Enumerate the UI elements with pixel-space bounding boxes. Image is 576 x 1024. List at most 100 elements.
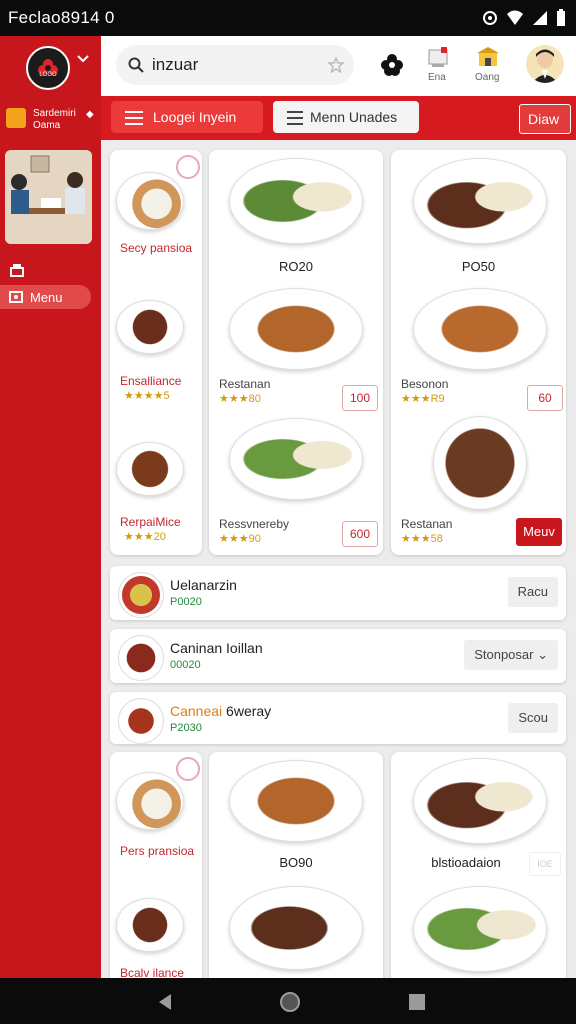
dish-price-label: RO20 (279, 259, 313, 274)
logo[interactable]: LOGO (26, 46, 70, 90)
store-selector[interactable]: Sardemiri Oama ◆ (6, 106, 98, 136)
dish-image (229, 760, 363, 842)
dish-thumb (118, 635, 164, 681)
action-toolbar: Loogei Inyein Menn Unades Diaw (101, 96, 576, 140)
dish-image (413, 158, 547, 244)
store-name: Sardemiri (33, 108, 76, 119)
dish-image (229, 418, 363, 500)
status-icons (482, 9, 566, 27)
menu-updates-label: Menn Unades (310, 109, 398, 125)
list-item-title: Canneai 6weray (170, 703, 271, 719)
dish-thumb (118, 572, 164, 618)
dish-image (116, 300, 184, 354)
sidebar-item-label: Menu (30, 290, 63, 305)
edit-icon[interactable] (176, 155, 200, 179)
menu-card-left[interactable]: Secy pansioa Ensalliance ★★★★5 RerpaiMic… (110, 150, 202, 555)
price-box[interactable]: 600 (342, 521, 378, 547)
price-box[interactable]: 100 (342, 385, 378, 411)
dish-label: Ressvnereby (219, 517, 290, 531)
dish-label: Ensalliance (120, 374, 182, 388)
rating-stars: ★★★80 (219, 393, 261, 405)
diamond-icon: ◆ (86, 109, 94, 120)
dish-label: Besonon (401, 377, 449, 391)
draw-button-label: Diaw (528, 111, 560, 127)
sidebar-item-menu[interactable]: Menu (0, 285, 91, 309)
draw-button[interactable]: Diaw (519, 104, 571, 134)
list-item-button[interactable]: Racu (507, 577, 558, 607)
flower-icon[interactable] (381, 54, 403, 76)
dropdown-value: Stonposar (474, 647, 534, 662)
dish-image (116, 442, 184, 496)
dish-price-label: PO50 (461, 259, 496, 274)
dish-label: RerpaiMice (120, 515, 181, 529)
dish-image (229, 288, 363, 370)
search-input[interactable]: inzuar (152, 55, 198, 75)
ena-action[interactable]: Ena (426, 46, 456, 86)
menu-card-right[interactable]: PO50 Besonon ★★★R9 60 Restanan ★★★58 Meu… (391, 150, 566, 555)
primary-button[interactable]: Loogei Inyein (111, 101, 263, 133)
edit-icon[interactable] (176, 757, 200, 781)
oang-action[interactable]: Oang (475, 46, 506, 86)
search-bar[interactable]: inzuar (116, 45, 354, 85)
dish-image (413, 886, 547, 972)
dish-label: Restanan (219, 377, 271, 391)
star-icon[interactable] (328, 57, 344, 73)
restaurant-photo (5, 150, 92, 244)
search-icon (128, 57, 144, 73)
list-item-dropdown[interactable]: Stonposar ⌄ (464, 640, 558, 670)
sidebar: LOGO Sardemiri Oama ◆ Menu (0, 36, 101, 978)
status-time: Feclao8914 0 (8, 8, 115, 27)
wifi-icon (507, 10, 523, 25)
menu-card-middle[interactable]: RO20 Restanan ★★★80 100 Ressvnereby ★★★9… (209, 150, 383, 555)
dish-image (116, 172, 184, 230)
menu-updates-button[interactable]: Menn Unades (273, 101, 419, 133)
status-bar: Feclao8914 0 (0, 0, 576, 36)
list-item-title: Caninan Ioillan (170, 640, 263, 656)
hamburger-icon (125, 111, 143, 125)
chart-icon (428, 47, 448, 67)
system-nav-bar (0, 978, 576, 1024)
dish-image (116, 898, 184, 952)
dish-price-label: BO90 (279, 855, 313, 870)
dish-label: Pers pransioa (120, 844, 195, 858)
stack-icon[interactable] (10, 263, 24, 277)
home-icon[interactable] (279, 991, 301, 1013)
menu-card-middle-2[interactable]: BO90 (209, 752, 383, 978)
dish-image (229, 158, 363, 244)
top-header: inzuar Ena Oang (101, 36, 576, 96)
list-item-price: P0020 (170, 596, 202, 608)
oang-label: Oang (475, 72, 500, 83)
recents-icon[interactable] (408, 993, 426, 1011)
battery-icon (557, 9, 565, 26)
dish-image (116, 772, 184, 830)
price-box[interactable]: IOE (529, 852, 561, 876)
chevron-down-icon[interactable] (76, 54, 90, 64)
rating-stars: ★★★R9 (401, 393, 445, 405)
sync-icon (483, 11, 497, 25)
title-prefix: Canneai (170, 703, 223, 719)
list-item-price: P2030 (170, 722, 202, 734)
list-item[interactable]: Caninan Ioillan 00020 Stonposar ⌄ (110, 629, 566, 683)
logo-text: LOGO (39, 72, 57, 78)
list-item-price: 00020 (170, 659, 201, 671)
store-icon (6, 108, 26, 128)
store-front-icon (477, 47, 499, 66)
back-icon[interactable] (157, 993, 173, 1011)
menu-card-left-2[interactable]: Pers pransioa Bcalv ilance (110, 752, 202, 980)
list-item-button[interactable]: Scou (508, 703, 558, 733)
rating-stars: ★★★20 (124, 531, 166, 543)
menu-card-right-2[interactable]: blstioadaion IOE (391, 752, 566, 978)
dish-thumb (118, 698, 164, 744)
ena-label: Ena (428, 72, 446, 83)
rating-stars: ★★★90 (219, 533, 261, 545)
list-icon (287, 111, 303, 125)
list-item[interactable]: Uelanarzin P0020 Racu (110, 566, 566, 620)
dish-label: blstioadaion (431, 855, 501, 870)
signal-icon (533, 11, 547, 25)
avatar[interactable] (526, 45, 564, 83)
title-main: 6weray (226, 703, 272, 719)
dish-label: Secy pansioa (120, 241, 193, 255)
view-button[interactable]: Meuv (516, 518, 562, 546)
list-item[interactable]: Canneai 6weray P2030 Scou (110, 692, 566, 744)
price-box[interactable]: 60 (527, 385, 563, 411)
